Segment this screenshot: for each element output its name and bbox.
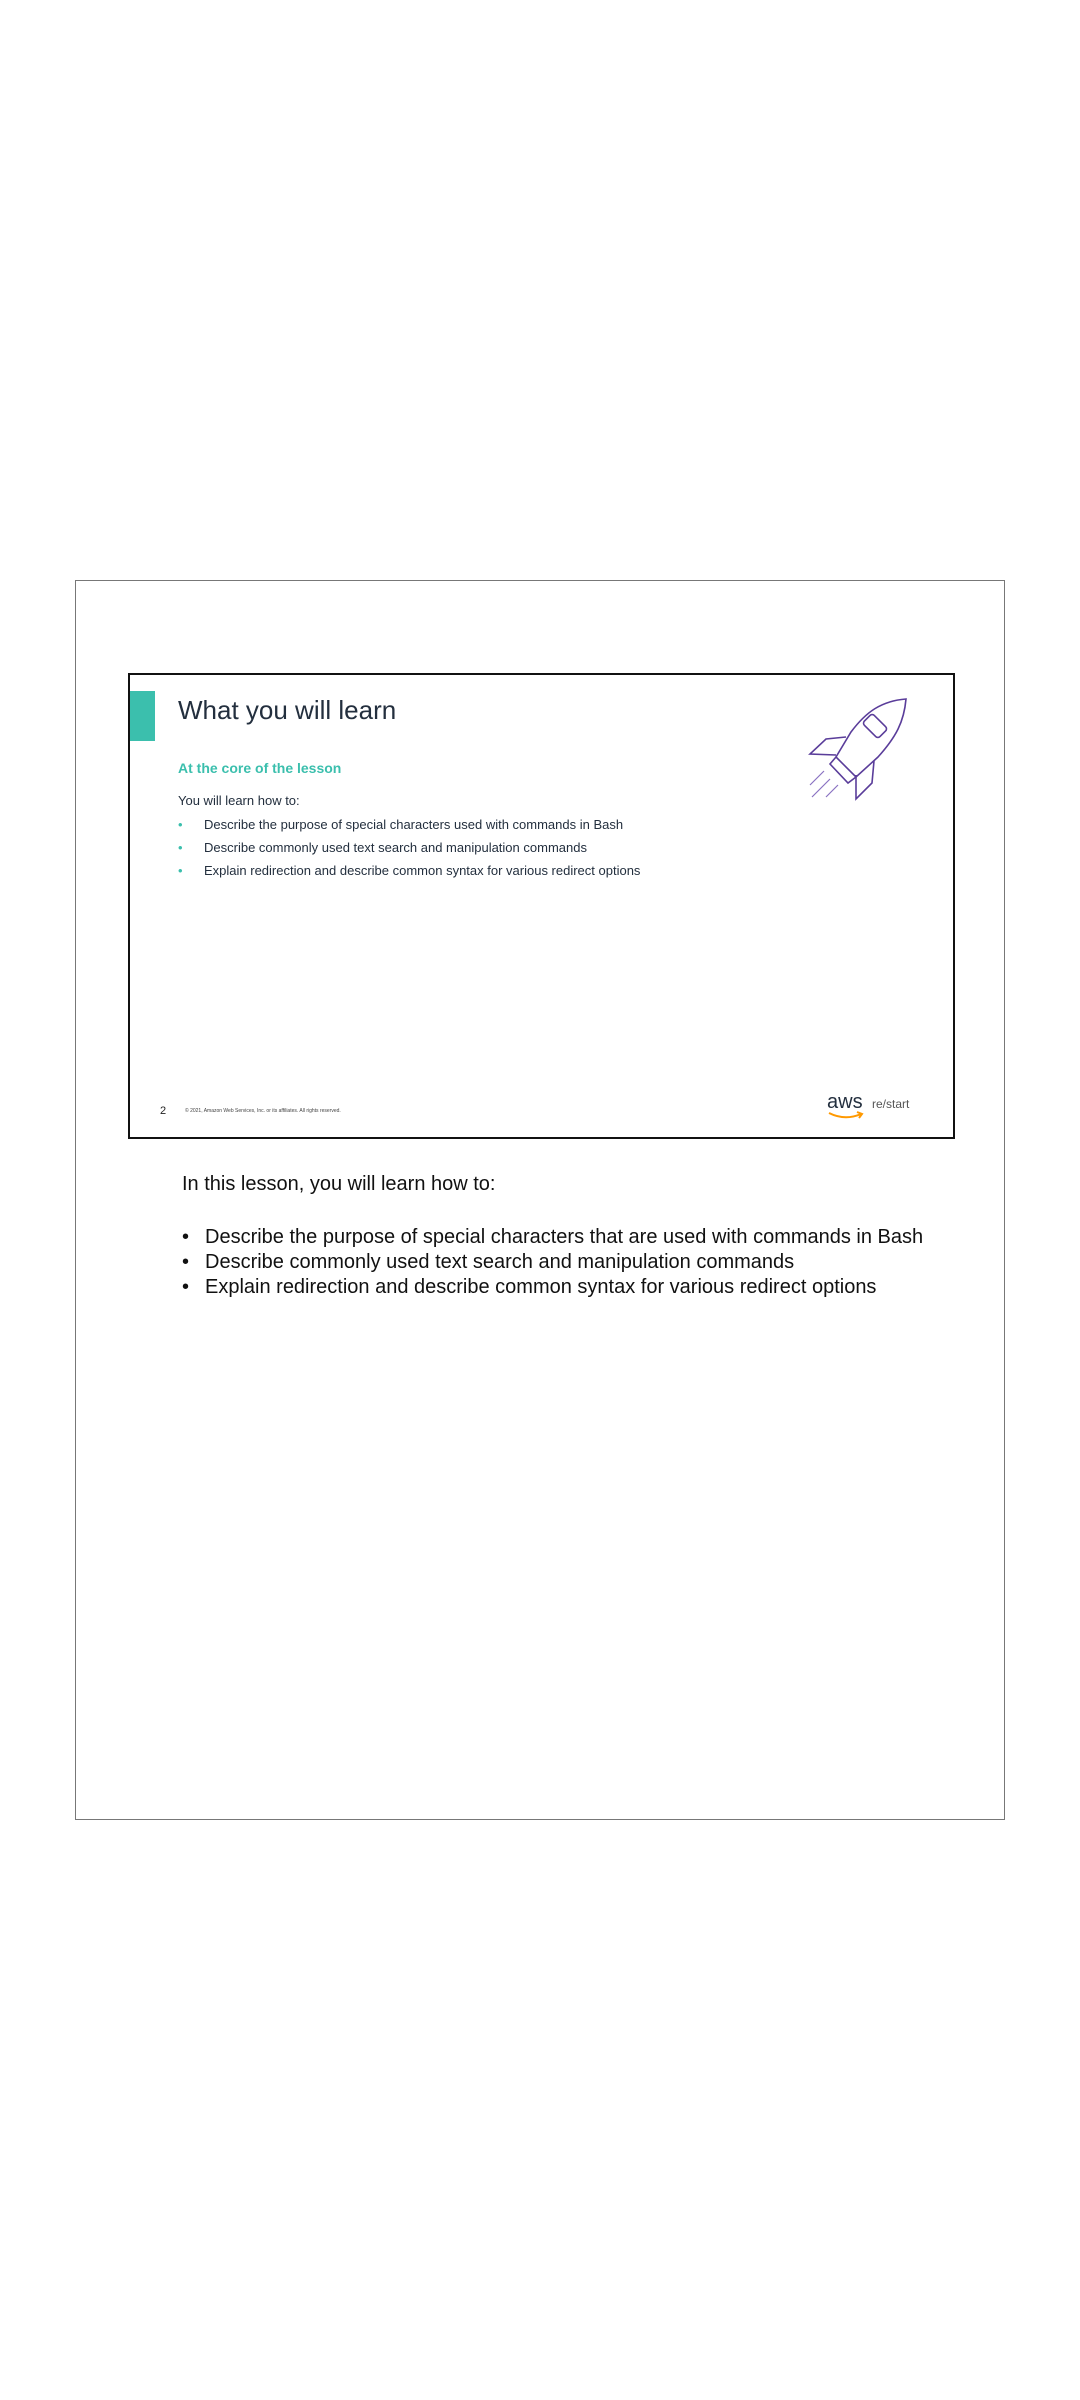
notes-intro: In this lesson, you will learn how to: xyxy=(182,1173,496,1195)
bullet-icon: • xyxy=(178,840,183,855)
logo-product-text: re/start xyxy=(872,1097,910,1111)
bullet-icon: • xyxy=(182,1251,190,1273)
bullet-text: Describe commonly used text search and m… xyxy=(204,840,587,855)
bullet-icon: • xyxy=(178,817,183,832)
accent-bar xyxy=(130,691,155,741)
list-item: • Describe the purpose of special charact… xyxy=(178,813,640,836)
list-item: • Describe commonly used text search and … xyxy=(182,1250,923,1275)
bullet-text: Describe commonly used text search and m… xyxy=(205,1251,795,1273)
list-item: • Explain redirection and describe common… xyxy=(178,859,640,882)
bullet-icon: • xyxy=(182,1226,190,1248)
bullet-text: Explain redirection and describe common … xyxy=(204,863,641,878)
list-item: • Explain redirection and describe common… xyxy=(182,1275,923,1300)
slide-title: What you will learn xyxy=(178,695,397,725)
slide-bullet-list: • Describe the purpose of special charact… xyxy=(178,813,640,882)
bullet-text: Describe the purpose of special characte… xyxy=(204,817,624,832)
rocket-icon xyxy=(808,698,907,801)
bullet-text: Describe the purpose of special characte… xyxy=(205,1226,924,1248)
slide-thumbnail: What you will learn At the core of the l… xyxy=(128,673,955,1139)
page-number: 2 xyxy=(160,1105,167,1117)
bullet-text: Explain redirection and describe common … xyxy=(205,1276,877,1298)
slide-intro: You will learn how to: xyxy=(178,793,300,808)
slide-subtitle: At the core of the lesson xyxy=(178,760,342,776)
list-item: • Describe the purpose of special charact… xyxy=(182,1225,923,1250)
bullet-icon: • xyxy=(178,863,183,878)
bullet-icon: • xyxy=(182,1276,190,1298)
aws-restart-logo: aws re/start xyxy=(827,1091,927,1127)
smile-arrow-icon xyxy=(828,1111,864,1119)
copyright-text: © 2021, Amazon Web Services, Inc. or its… xyxy=(185,1108,341,1114)
list-item: • Describe commonly used text search and … xyxy=(178,836,640,859)
notes-bullet-list: • Describe the purpose of special charact… xyxy=(182,1225,923,1300)
